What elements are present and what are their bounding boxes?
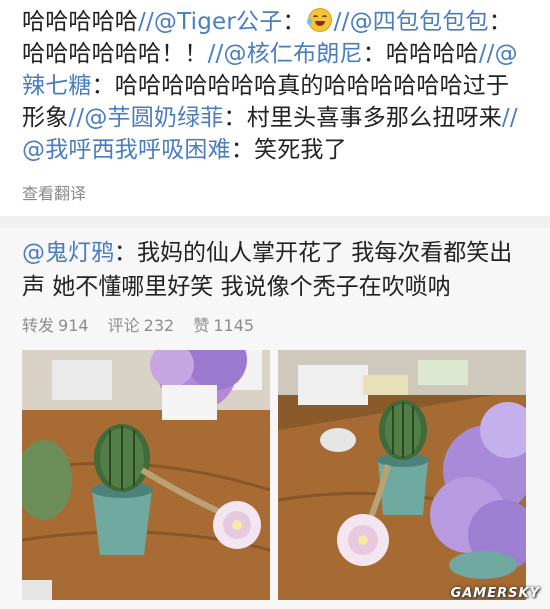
user-mention[interactable]: @我呼西我呼吸困难 <box>22 137 231 163</box>
repost-separator: // <box>478 41 495 67</box>
user-mention[interactable]: @芋圆奶绿菲 <box>84 105 223 131</box>
comment-count-label[interactable]: 评论 <box>108 316 140 335</box>
repost-count[interactable]: 914 <box>58 316 89 335</box>
user-mention[interactable]: @Tiger公子 <box>154 9 283 35</box>
cactus-photo-left[interactable] <box>22 350 270 600</box>
repost-separator: // <box>207 41 224 67</box>
laugh-cry-emoji-icon <box>306 8 332 32</box>
user-mention[interactable]: @核仁布朗尼 <box>224 41 363 67</box>
repost-card[interactable]: @鬼灯鸦：我妈的仙人掌开花了 我每次看都笑出声 她不懂哪里好笑 我说像个秃子在吹… <box>0 228 550 609</box>
repost-separator: // <box>138 9 154 35</box>
user-mention[interactable]: @四包包包包 <box>350 9 489 35</box>
repost-author-mention[interactable]: @鬼灯鸦 <box>22 240 114 266</box>
translate-link[interactable]: 查看翻译 <box>22 180 86 204</box>
repost-stats: 转发 914 评论 232 赞 1145 <box>22 312 268 336</box>
repost-text: @鬼灯鸦：我妈的仙人掌开花了 我每次看都笑出声 她不懂哪里好笑 我说像个秃子在吹… <box>22 236 532 304</box>
comment-thread: 哈哈哈哈哈//@Tiger公子：//@四包包包包：哈哈哈哈哈哈！！//@核仁布朗… <box>0 0 550 216</box>
comment-text: ：哈哈哈哈 <box>362 41 479 67</box>
comment-count[interactable]: 232 <box>144 316 175 335</box>
comment-text: ：村里头喜事多那么扭呀来 <box>223 105 502 131</box>
section-divider <box>0 216 550 228</box>
repost-separator: // <box>68 105 85 131</box>
repost-separator: // <box>333 9 350 35</box>
repost-count-label[interactable]: 转发 <box>22 316 54 335</box>
comment-text: 哈哈哈哈哈 <box>22 9 138 35</box>
gamersky-watermark: GAMERSKY <box>450 586 540 601</box>
like-count[interactable]: 1145 <box>213 316 254 335</box>
cactus-photo-right-image <box>278 350 526 600</box>
comment-text: ：笑死我了 <box>230 137 347 163</box>
repost-separator: // <box>501 105 518 131</box>
like-count-label[interactable]: 赞 <box>193 316 209 335</box>
cactus-photo-left-image <box>22 350 270 600</box>
thread-text: 哈哈哈哈哈//@Tiger公子：//@四包包包包：哈哈哈哈哈哈！！//@核仁布朗… <box>22 6 532 166</box>
comment-text: ： <box>282 9 306 35</box>
cactus-photo-right[interactable] <box>278 350 526 600</box>
